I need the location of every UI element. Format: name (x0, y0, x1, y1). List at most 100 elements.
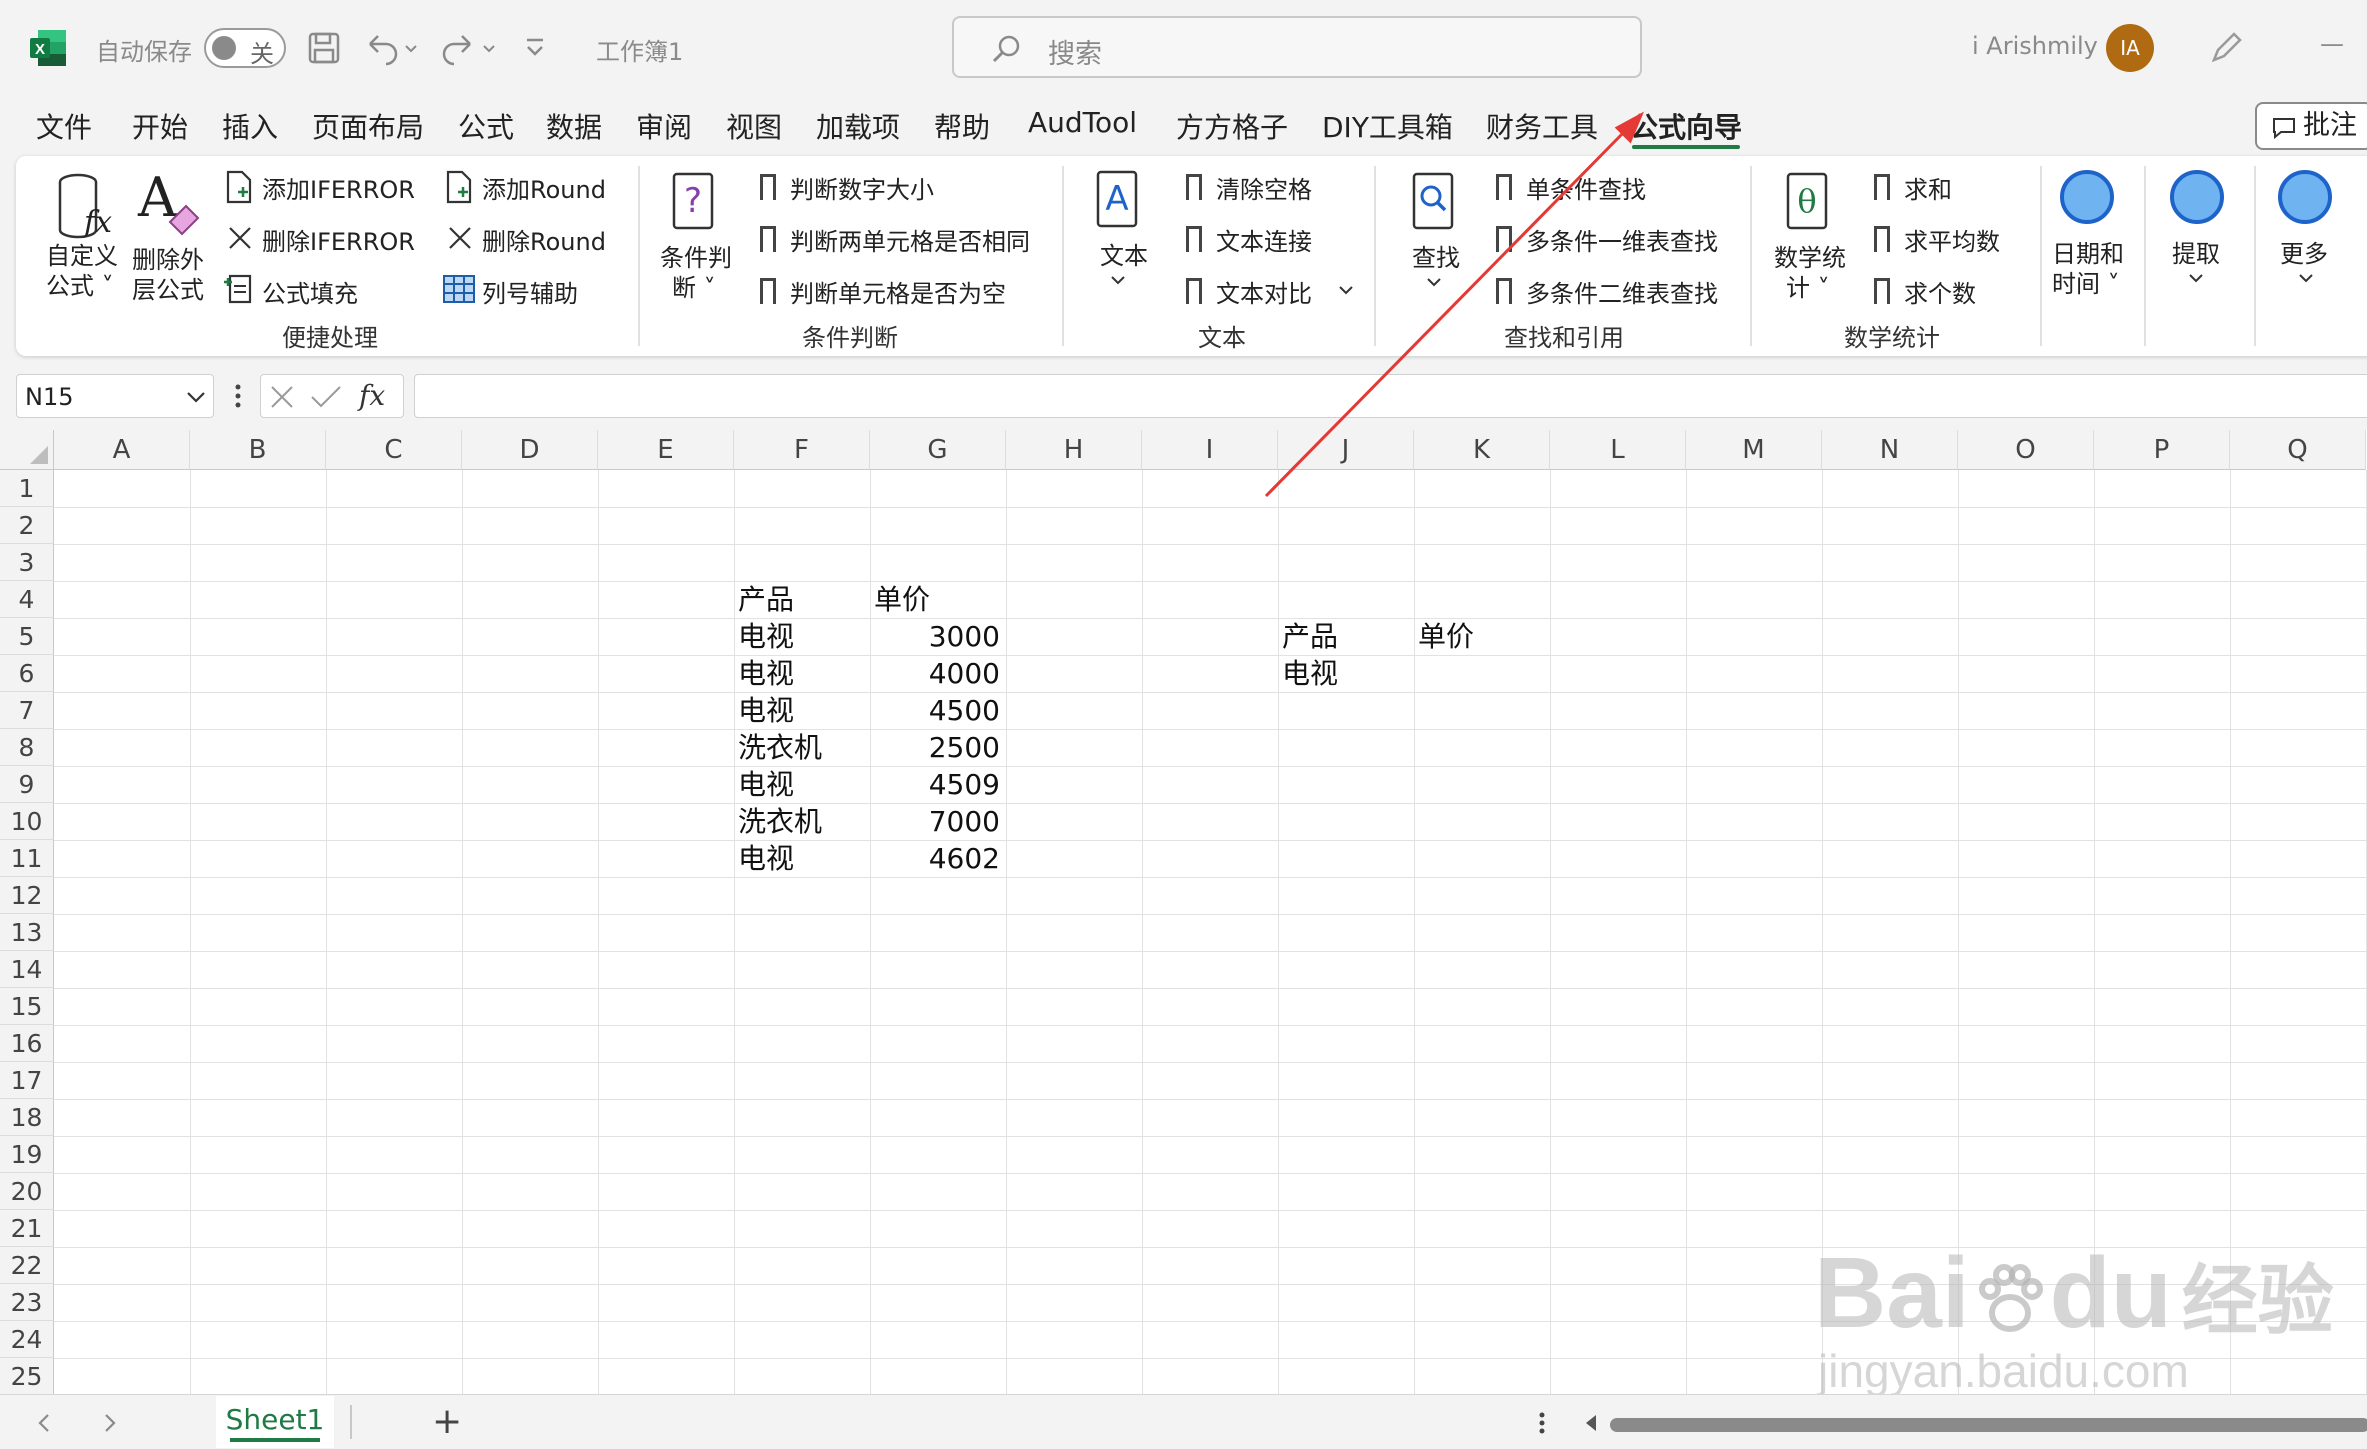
condition-label-2[interactable]: 断 ˅ (672, 268, 716, 303)
formula-input[interactable] (414, 374, 2367, 418)
column-header-I[interactable]: I (1142, 430, 1278, 470)
row-header-11[interactable]: 11 (0, 840, 54, 877)
text-label[interactable]: 文本 (1100, 236, 1148, 271)
cell-G10[interactable]: 7000 (870, 803, 1000, 840)
average[interactable]: 求平均数 (1904, 222, 2000, 257)
tab-insert[interactable]: 插入 (222, 106, 278, 146)
column-header-P[interactable]: P (2094, 430, 2230, 470)
row-header-23[interactable]: 23 (0, 1284, 54, 1321)
cell-K5[interactable]: 单价 (1418, 618, 1474, 655)
extract-label[interactable]: 提取 (2172, 234, 2220, 269)
cell-F7[interactable]: 电视 (738, 692, 794, 729)
clear-spaces[interactable]: 清除空格 (1216, 170, 1312, 205)
multi-condition-1d-find[interactable]: 多条件一维表查找 (1526, 222, 1718, 257)
column-header-M[interactable]: M (1686, 430, 1822, 470)
column-header-K[interactable]: K (1414, 430, 1550, 470)
tab-view[interactable]: 视图 (726, 106, 782, 146)
column-header-A[interactable]: A (54, 430, 190, 470)
horizontal-scrollbar[interactable] (1610, 1418, 2367, 1432)
remove-outer-label-2[interactable]: 层公式 (132, 270, 204, 305)
next-sheet-icon[interactable] (100, 1411, 120, 1435)
cell-J5[interactable]: 产品 (1282, 618, 1338, 655)
column-header-Q[interactable]: Q (2230, 430, 2366, 470)
cell-F4[interactable]: 产品 (738, 581, 794, 618)
find-label[interactable]: 查找 (1412, 238, 1460, 273)
delete-round-label[interactable]: 删除Round (482, 222, 606, 257)
column-header-F[interactable]: F (734, 430, 870, 470)
tab-data[interactable]: 数据 (546, 106, 602, 146)
name-box[interactable]: N15 (16, 374, 214, 418)
add-sheet-button[interactable]: + (432, 1401, 462, 1442)
select-all-corner[interactable] (0, 430, 54, 470)
sum[interactable]: 求和 (1904, 170, 1952, 205)
text-concat[interactable]: 文本连接 (1216, 222, 1312, 257)
column-header-L[interactable]: L (1550, 430, 1686, 470)
column-header-D[interactable]: D (462, 430, 598, 470)
tab-home[interactable]: 开始 (132, 106, 188, 146)
tab-audtool[interactable]: AudTool (1028, 106, 1137, 139)
column-header-H[interactable]: H (1006, 430, 1142, 470)
cell-F5[interactable]: 电视 (738, 618, 794, 655)
row-header-1[interactable]: 1 (0, 470, 54, 507)
row-header-13[interactable]: 13 (0, 914, 54, 951)
more-label[interactable]: 更多 (2280, 234, 2328, 269)
column-header-B[interactable]: B (190, 430, 326, 470)
pen-icon[interactable] (2206, 28, 2246, 68)
column-helper-label[interactable]: 列号辅助 (482, 274, 578, 309)
single-condition-find[interactable]: 单条件查找 (1526, 170, 1646, 205)
sheet-tab-sheet1[interactable]: Sheet1 (216, 1396, 334, 1448)
column-header-G[interactable]: G (870, 430, 1006, 470)
more-options-icon[interactable] (228, 380, 248, 412)
prev-sheet-icon[interactable] (34, 1411, 54, 1435)
cell-G5[interactable]: 3000 (870, 618, 1000, 655)
text-compare[interactable]: 文本对比 (1216, 274, 1312, 309)
judge-two-cells-same[interactable]: 判断两单元格是否相同 (790, 222, 1030, 257)
tab-formula-wizard[interactable]: 公式向导 (1630, 106, 1742, 146)
column-header-O[interactable]: O (1958, 430, 2094, 470)
search-box[interactable]: 搜索 (952, 16, 1642, 78)
tab-addins[interactable]: 加载项 (816, 106, 900, 146)
delete-iferror-label[interactable]: 删除IFERROR (262, 222, 415, 257)
row-header-24[interactable]: 24 (0, 1321, 54, 1358)
row-header-7[interactable]: 7 (0, 692, 54, 729)
count[interactable]: 求个数 (1904, 274, 1976, 309)
row-header-22[interactable]: 22 (0, 1247, 54, 1284)
tab-page-layout[interactable]: 页面布局 (312, 106, 424, 146)
row-header-18[interactable]: 18 (0, 1099, 54, 1136)
tab-fangfang[interactable]: 方方格子 (1176, 106, 1288, 146)
save-icon[interactable] (306, 30, 342, 66)
chevron-down-icon[interactable] (1338, 284, 1354, 296)
cell-G7[interactable]: 4500 (870, 692, 1000, 729)
row-header-8[interactable]: 8 (0, 729, 54, 766)
cell-G9[interactable]: 4509 (870, 766, 1000, 803)
row-header-2[interactable]: 2 (0, 507, 54, 544)
undo-icon[interactable] (362, 30, 418, 66)
multi-condition-2d-find[interactable]: 多条件二维表查找 (1526, 274, 1718, 309)
row-header-4[interactable]: 4 (0, 581, 54, 618)
math-stats-label-2[interactable]: 计 ˅ (1786, 268, 1830, 303)
row-header-19[interactable]: 19 (0, 1136, 54, 1173)
insert-function-button[interactable]: fx (359, 379, 385, 412)
cell-F10[interactable]: 洗衣机 (738, 803, 822, 840)
minimize-button[interactable]: — (2320, 30, 2344, 58)
row-header-12[interactable]: 12 (0, 877, 54, 914)
cell-G6[interactable]: 4000 (870, 655, 1000, 692)
row-header-9[interactable]: 9 (0, 766, 54, 803)
cell-F11[interactable]: 电视 (738, 840, 794, 877)
comment-button[interactable]: 批注 (2255, 102, 2367, 150)
avatar[interactable]: IA (2106, 24, 2154, 72)
formula-fill-label[interactable]: 公式填充 (262, 274, 358, 309)
tab-diy-toolbox[interactable]: DIY工具箱 (1322, 106, 1453, 146)
row-header-6[interactable]: 6 (0, 655, 54, 692)
row-header-20[interactable]: 20 (0, 1173, 54, 1210)
scroll-left-icon[interactable] (1582, 1413, 1600, 1433)
cell-F9[interactable]: 电视 (738, 766, 794, 803)
row-header-17[interactable]: 17 (0, 1062, 54, 1099)
add-round-label[interactable]: 添加Round (482, 170, 606, 205)
cell-G11[interactable]: 4602 (870, 840, 1000, 877)
redo-icon[interactable] (440, 30, 496, 66)
cancel-icon[interactable] (267, 383, 297, 411)
add-iferror-label[interactable]: 添加IFERROR (262, 170, 415, 205)
column-header-N[interactable]: N (1822, 430, 1958, 470)
row-header-14[interactable]: 14 (0, 951, 54, 988)
